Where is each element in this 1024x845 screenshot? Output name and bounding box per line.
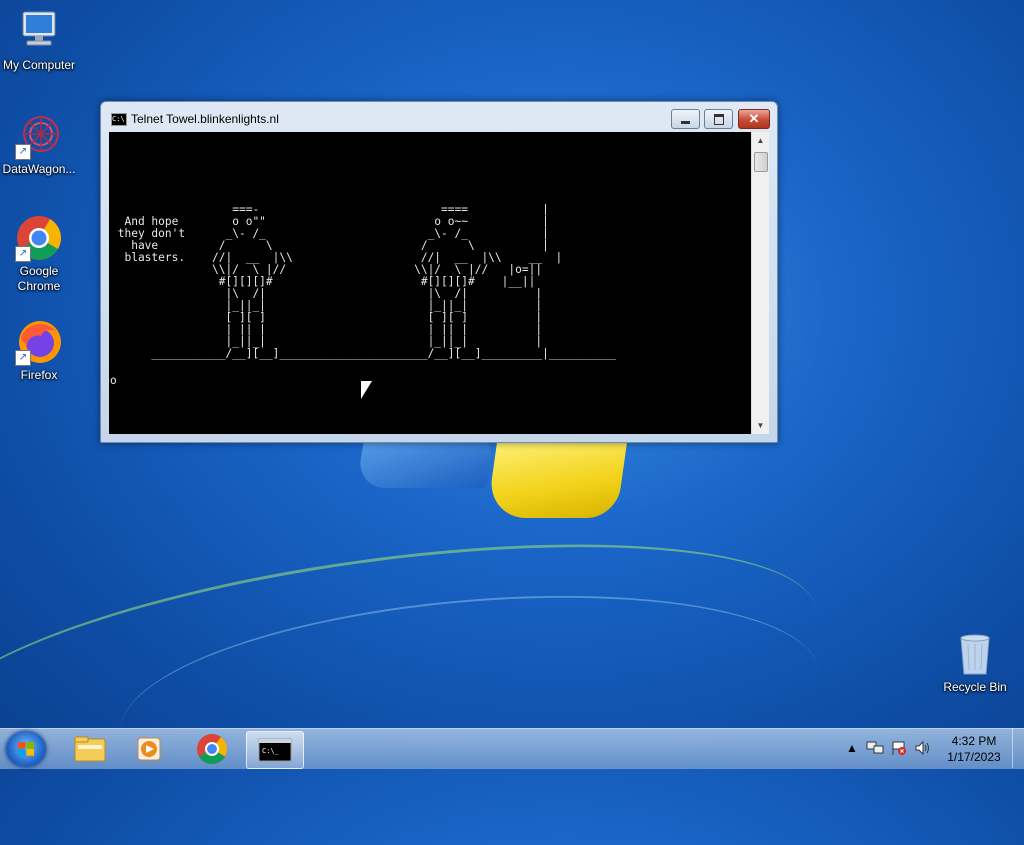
- start-button[interactable]: [6, 731, 46, 767]
- window-title: Telnet Towel.blinkenlights.nl: [131, 112, 279, 126]
- clock-time: 4:32 PM: [951, 734, 997, 748]
- vertical-scrollbar[interactable]: ▲ ▼: [751, 132, 769, 434]
- taskbar-chrome-button[interactable]: [184, 731, 240, 767]
- clock-date: 1/17/2023: [947, 750, 1001, 764]
- ascii-art-frame: ===- ==== | And hope o o"" o o~~ | they …: [117, 203, 617, 360]
- svg-text:C:\_: C:\_: [262, 747, 280, 755]
- scroll-down-icon[interactable]: ▼: [752, 417, 769, 434]
- minimize-button[interactable]: [671, 109, 700, 129]
- action-center-flag-icon[interactable]: [890, 740, 908, 756]
- scroll-up-icon[interactable]: ▲: [752, 132, 769, 149]
- taskbar-media-player-button[interactable]: [122, 731, 178, 767]
- chrome-icon: ↗: [15, 214, 63, 262]
- tray-overflow-icon[interactable]: ▲: [846, 741, 858, 755]
- system-clock[interactable]: 4:32 PM 1/17/2023: [938, 733, 1010, 765]
- wallpaper-logo-pane: [355, 438, 495, 488]
- maximize-button[interactable]: [704, 109, 733, 129]
- datawagon-icon: ↗: [15, 112, 63, 160]
- shortcut-arrow-icon: ↗: [15, 246, 31, 262]
- shortcut-arrow-icon: ↗: [15, 350, 31, 366]
- console-prompt: o: [110, 374, 117, 387]
- wallpaper-logo-pane: [486, 438, 628, 518]
- desktop-icon-my-computer[interactable]: My Computer: [0, 8, 78, 73]
- desktop-icon-google-chrome[interactable]: ↗ Google Chrome: [0, 214, 78, 294]
- shortcut-arrow-icon: ↗: [15, 144, 31, 160]
- taskbar-explorer-button[interactable]: [62, 731, 118, 767]
- windows-explorer-icon: [74, 736, 106, 762]
- telnet-window[interactable]: C:\ Telnet Towel.blinkenlights.nl ✕ ===-…: [100, 101, 778, 443]
- close-button[interactable]: ✕: [738, 109, 770, 129]
- media-player-icon: [137, 737, 161, 761]
- network-icon[interactable]: [866, 740, 884, 756]
- console-app-icon: C:\: [111, 113, 127, 126]
- console-output[interactable]: ===- ==== | And hope o o"" o o~~ | they …: [109, 132, 751, 434]
- mouse-pointer-icon: [361, 381, 372, 399]
- volume-icon[interactable]: [914, 740, 932, 756]
- recycle-bin-icon: [951, 630, 999, 678]
- taskbar-command-prompt-button[interactable]: C:\_: [246, 731, 304, 769]
- close-icon: ✕: [748, 111, 760, 126]
- chrome-icon: [197, 734, 228, 765]
- command-prompt-icon: C:\_: [258, 738, 292, 762]
- taskbar: C:\_ ▲: [0, 728, 1024, 769]
- desktop-icon-datawagon[interactable]: ↗ DataWagon...: [0, 112, 78, 177]
- firefox-icon: ↗: [15, 318, 63, 366]
- show-desktop-button[interactable]: [1012, 728, 1024, 768]
- desktop-icon-firefox[interactable]: ↗ Firefox: [0, 318, 78, 383]
- scroll-thumb[interactable]: [754, 152, 768, 172]
- computer-icon: [15, 8, 63, 56]
- desktop-icon-recycle-bin[interactable]: Recycle Bin: [936, 630, 1014, 695]
